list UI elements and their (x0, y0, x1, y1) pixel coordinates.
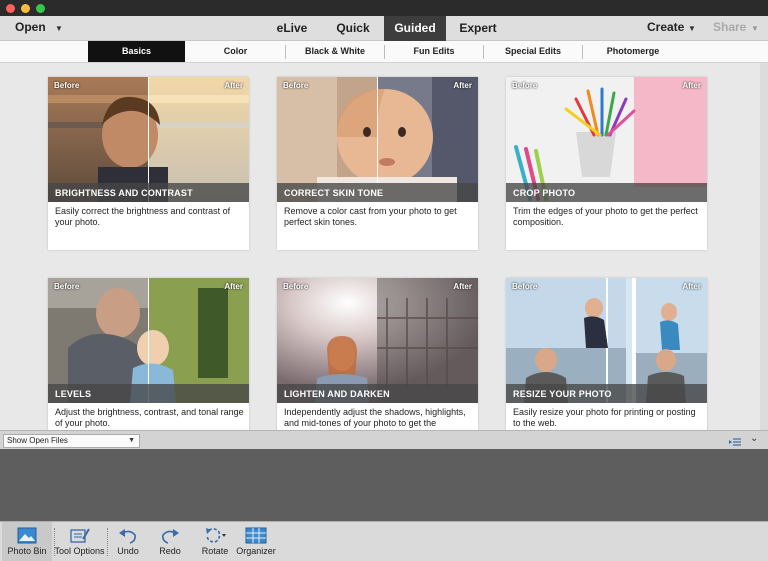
mode-tab-guided[interactable]: Guided (384, 16, 446, 41)
tab-color[interactable]: Color (187, 41, 284, 62)
card-title: LIGHTEN AND DARKEN (284, 389, 390, 399)
card-title: RESIZE YOUR PHOTO (513, 389, 612, 399)
after-label: After (224, 81, 243, 90)
mode-bar: Open ▼ eLive Quick Guided Expert Create … (0, 16, 768, 41)
before-label: Before (283, 81, 309, 90)
mode-tab-quick[interactable]: Quick (322, 16, 384, 41)
chevron-down-icon: ▼ (55, 24, 63, 33)
before-label: Before (512, 282, 538, 291)
share-label: Share (713, 20, 747, 34)
tool-label: Photo Bin (7, 546, 47, 556)
guided-card-brightness-contrast[interactable]: Before After BRIGHTNESS AND CONTRAST Eas… (48, 77, 249, 250)
bottom-toolbar: Photo Bin Tool Options Undo Redo Rotate … (0, 521, 768, 561)
minimize-window-button[interactable] (21, 4, 30, 13)
chevron-down-icon: ▼ (688, 24, 696, 33)
guided-card-correct-skin-tone[interactable]: Before After CORRECT SKIN TONE Remove a … (277, 77, 478, 250)
close-window-button[interactable] (6, 4, 15, 13)
tab-special-edits[interactable]: Special Edits (484, 41, 582, 62)
card-title: BRIGHTNESS AND CONTRAST (55, 188, 193, 198)
dropdown-value: Show Open Files (7, 436, 68, 445)
guided-card-resize-photo[interactable]: Before After RESIZE YOUR PHOTO Easily re… (506, 278, 707, 430)
redo-icon (162, 529, 179, 544)
card-description: Remove a color cast from your photo to g… (284, 206, 457, 227)
card-description: Easily resize your photo for printing or… (513, 407, 696, 428)
photo-bin-button[interactable]: Photo Bin (2, 522, 52, 561)
card-title: LEVELS (55, 389, 92, 399)
before-label: Before (283, 282, 309, 291)
tool-options-icon (69, 528, 90, 543)
after-label: After (682, 81, 701, 90)
organizer-button[interactable]: Organizer (236, 522, 276, 561)
tab-fun-edits[interactable]: Fun Edits (385, 41, 483, 62)
card-description: Adjust the brightness, contrast, and ton… (55, 407, 244, 428)
card-description: Easily correct the brightness and contra… (55, 206, 231, 227)
guided-card-crop-photo[interactable]: Before After CROP PHOTO Trim the edges o… (506, 77, 707, 250)
card-description: Trim the edges of your photo to get the … (513, 206, 698, 227)
open-label: Open (15, 20, 46, 34)
tool-options-button[interactable]: Tool Options (53, 522, 106, 561)
before-label: Before (54, 282, 80, 291)
after-label: After (682, 282, 701, 291)
mode-tab-expert[interactable]: Expert (446, 16, 510, 41)
tool-label: Tool Options (54, 546, 105, 556)
tab-black-white[interactable]: Black & White (286, 41, 384, 62)
guided-edits-grid: Before After BRIGHTNESS AND CONTRAST Eas… (0, 63, 768, 430)
chevron-down-icon: ▼ (751, 24, 759, 33)
redo-button[interactable]: Redo (152, 522, 188, 561)
guided-card-lighten-darken[interactable]: Before After LIGHTEN AND DARKEN Independ… (277, 278, 478, 430)
mode-tab-elive[interactable]: eLive (262, 16, 322, 41)
undo-icon (119, 529, 136, 544)
card-title: CROP PHOTO (513, 188, 576, 198)
zoom-window-button[interactable] (36, 4, 45, 13)
guided-card-levels[interactable]: Before After LEVELS Adjust the brightnes… (48, 278, 249, 430)
photo-bin-area (0, 449, 768, 521)
content-scrollbar[interactable] (760, 63, 768, 430)
tool-label: Rotate (201, 546, 229, 556)
editor-window: Open ▼ eLive Quick Guided Expert Create … (0, 0, 768, 561)
photo-bin-icon (17, 527, 37, 544)
card-description: Independently adjust the shadows, highli… (284, 407, 466, 428)
tool-label: Redo (159, 546, 181, 556)
tab-photomerge[interactable]: Photomerge (583, 41, 683, 62)
create-label: Create (647, 20, 685, 34)
show-files-dropdown[interactable]: Show Open Files ▼ (3, 434, 140, 448)
before-label: Before (512, 81, 538, 90)
after-label: After (224, 282, 243, 291)
tab-basics[interactable]: Basics (88, 41, 185, 62)
after-label: After (453, 282, 472, 291)
undo-button[interactable]: Undo (110, 522, 146, 561)
card-title: CORRECT SKIN TONE (284, 188, 384, 198)
tool-label: Organizer (236, 546, 276, 556)
tool-label: Undo (117, 546, 139, 556)
before-label: Before (54, 81, 80, 90)
window-titlebar (0, 0, 768, 16)
chevron-down-icon: ▼ (128, 437, 135, 444)
rotate-icon (206, 528, 226, 543)
rotate-button[interactable]: Rotate (195, 522, 235, 561)
photo-bin-header: Show Open Files ▼ ⌄ (0, 430, 768, 449)
chevron-down-icon[interactable]: ⌄ (750, 433, 758, 444)
organizer-icon (245, 527, 267, 544)
after-label: After (453, 81, 472, 90)
guided-category-tabs: Basics Color Black & White Fun Edits Spe… (0, 41, 768, 63)
toolbar-divider (107, 528, 108, 556)
